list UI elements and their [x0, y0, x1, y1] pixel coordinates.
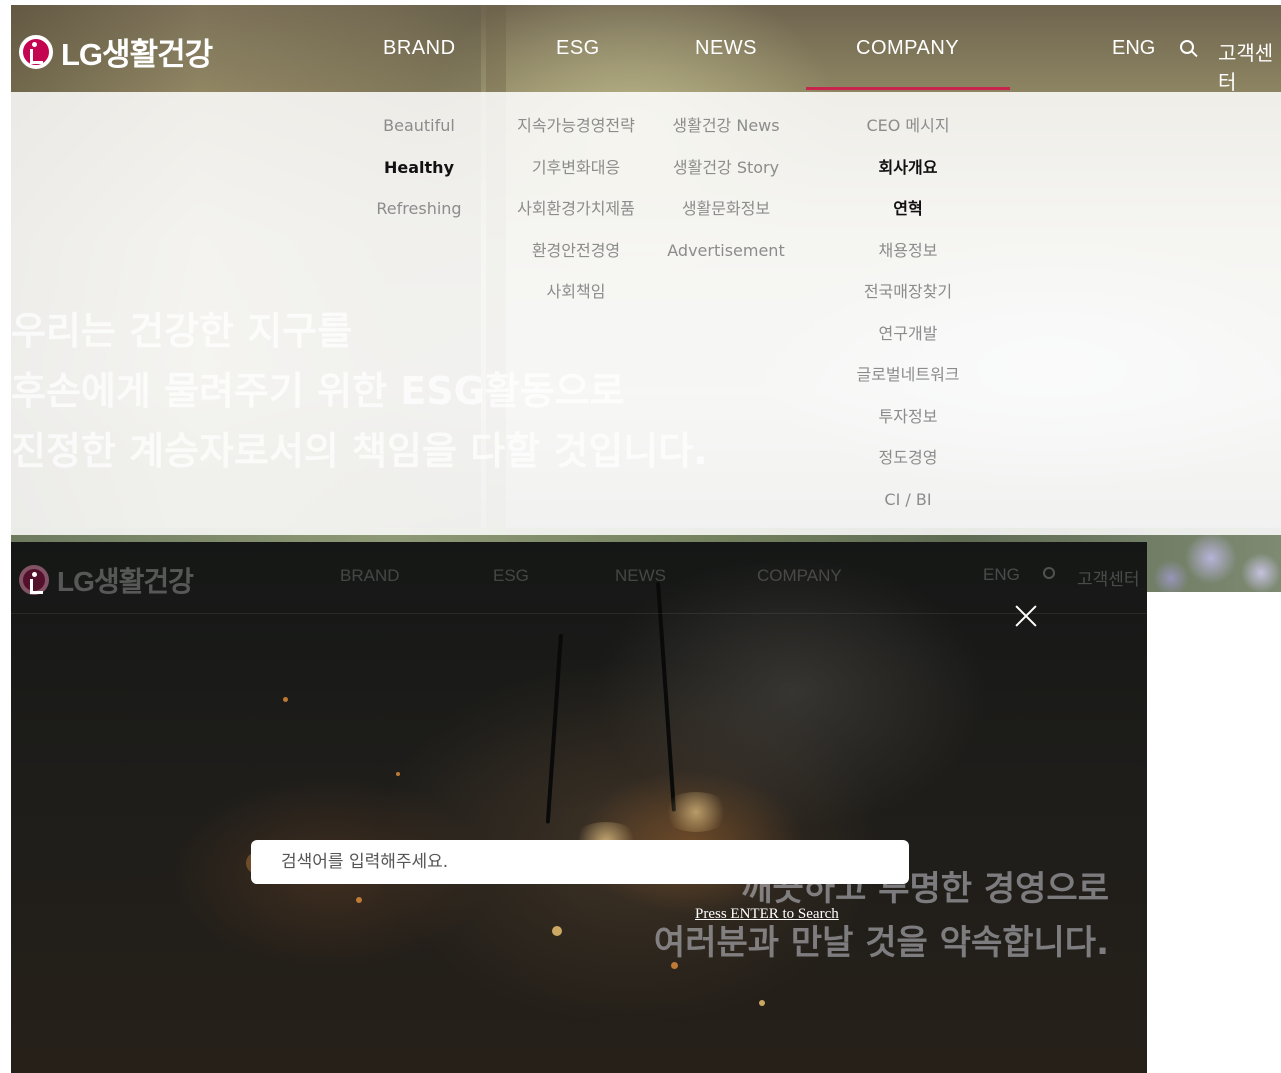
search-hint: Press ENTER to Search — [695, 906, 839, 922]
submenu-item[interactable]: Healthy — [359, 155, 479, 197]
submenu-item[interactable]: 회사개요 — [838, 155, 978, 197]
nav-news[interactable]: NEWS — [695, 37, 757, 60]
submenu-item[interactable]: Beautiful — [359, 113, 479, 155]
submenu-item[interactable]: CEO 메시지 — [838, 113, 978, 155]
nav-brand: BRAND — [340, 566, 400, 585]
submenu-item[interactable]: 투자정보 — [838, 404, 978, 446]
spark — [552, 926, 562, 936]
submenu-company: CEO 메시지 회사개요 연혁 채용정보 전국매장찾기 연구개발 글로벌네트워크… — [838, 113, 978, 528]
spark — [759, 1000, 765, 1006]
submenu-item[interactable]: Refreshing — [359, 196, 479, 238]
spark — [283, 697, 288, 702]
nav-active-indicator — [806, 87, 1010, 90]
logo-mark-icon — [19, 34, 53, 69]
submenu-item[interactable]: 생활건강 News — [656, 113, 796, 155]
customer-center-link: 고객센터 — [1077, 570, 1140, 589]
mega-menu-screenshot: 우리는 건강한 지구를 후손에게 물려주기 위한 ESG활동으로 진정한 계승자… — [11, 5, 1281, 592]
slogan-line: 여러분과 만날 것을 약속합니다. — [653, 923, 1109, 963]
submenu-item[interactable]: 지속가능경영전략 — [496, 113, 656, 155]
site-logo[interactable]: LG생활건강 — [19, 29, 213, 74]
nav-company: COMPANY — [757, 566, 842, 585]
submenu-item[interactable]: 채용정보 — [838, 238, 978, 280]
submenu-brand: Beautiful Healthy Refreshing — [359, 113, 479, 238]
spark — [396, 772, 400, 776]
search-input[interactable] — [251, 840, 909, 884]
submenu-item[interactable]: CI / BI — [838, 487, 978, 529]
lang-switch[interactable]: ENG — [1112, 37, 1155, 60]
search-overlay-screenshot: LG생활건강 BRAND ESG NEWS COMPANY ENG 고객센터 깨… — [11, 542, 1147, 1073]
logo-mark-icon — [19, 565, 49, 595]
nav-company[interactable]: COMPANY — [856, 37, 959, 60]
submenu-item[interactable]: 사회환경가치제품 — [496, 196, 656, 238]
close-icon[interactable] — [1014, 604, 1038, 628]
lang-switch: ENG — [983, 565, 1020, 584]
nav-news: NEWS — [615, 566, 666, 585]
submenu-item[interactable]: 전국매장찾기 — [838, 279, 978, 321]
search-icon[interactable] — [1180, 40, 1194, 54]
submenu-item[interactable]: 생활건강 Story — [656, 155, 796, 197]
hero-line: 진정한 계승자로서의 책임을 다할 것입니다. — [11, 429, 708, 473]
submenu-item[interactable]: 글로벌네트워크 — [838, 362, 978, 404]
hero-copy: 우리는 건강한 지구를 후손에게 물려주기 위한 ESG활동으로 진정한 계승자… — [11, 301, 708, 481]
customer-center-link[interactable]: 고객센터 — [1218, 37, 1281, 95]
submenu-item[interactable]: 연구개발 — [838, 321, 978, 363]
search-icon — [1043, 567, 1055, 579]
site-logo-dim: LG생활건강 — [19, 560, 194, 600]
spark-glow — [661, 792, 731, 832]
logo-text: LG생활건강 — [61, 37, 213, 72]
site-header: LG생활건강 BRAND ESG NEWS COMPANY ENG 고객센터 — [11, 5, 1281, 95]
hero-line: 후손에게 물려주기 위한 ESG활동으로 — [11, 369, 625, 413]
submenu-item[interactable]: 기후변화대응 — [496, 155, 656, 197]
search-box — [251, 840, 909, 884]
submenu-esg: 지속가능경영전략 기후변화대응 사회환경가치제품 환경안전경영 사회책임 — [496, 113, 656, 321]
sparkler-stick — [545, 633, 563, 824]
sparkler-stick — [656, 581, 677, 812]
nav-brand[interactable]: BRAND — [383, 37, 456, 60]
dimmed-site-header: LG생활건강 BRAND ESG NEWS COMPANY ENG 고객센터 — [11, 542, 1147, 614]
spark — [356, 897, 362, 903]
submenu-item[interactable]: Advertisement — [656, 238, 796, 280]
submenu-item[interactable]: 환경안전경영 — [496, 238, 656, 280]
nav-esg: ESG — [493, 566, 529, 585]
submenu-item[interactable]: 정도경영 — [838, 445, 978, 487]
submenu-item[interactable]: 연혁 — [838, 196, 978, 238]
submenu-item[interactable]: 생활문화정보 — [656, 196, 796, 238]
logo-text: LG생활건강 — [57, 566, 194, 597]
submenu-news: 생활건강 News 생활건강 Story 생활문화정보 Advertisemen… — [656, 113, 796, 279]
submenu-item[interactable]: 사회책임 — [496, 279, 656, 321]
nav-esg[interactable]: ESG — [556, 37, 600, 60]
